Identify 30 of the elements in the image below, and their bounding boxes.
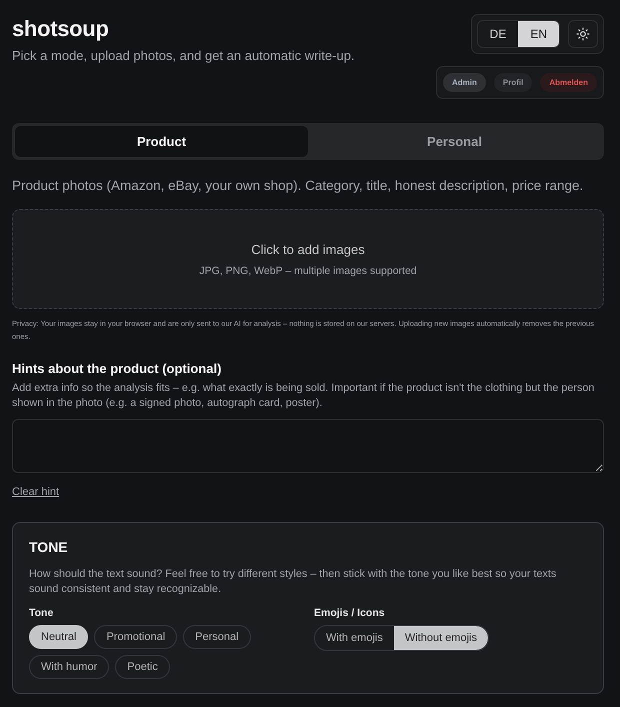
tone-option[interactable]: Poetic <box>115 655 170 679</box>
upload-dropzone[interactable]: Click to add images JPG, PNG, WebP – multiple images supported <box>12 209 604 309</box>
tone-option[interactable]: Promotional <box>94 625 178 649</box>
tone-option[interactable]: Personal <box>183 625 251 649</box>
account-button[interactable]: Profil <box>494 73 532 92</box>
tone-description: How should the text sound? Feel free to try different styles – then stick with the tone you like best so your texts sound consistent and stay recognizable. <box>29 567 558 597</box>
account-button[interactable]: Abmelden <box>540 73 597 92</box>
app-subtitle: Pick a mode, upload photos, and get an automatic write-up. <box>12 48 355 63</box>
tone-option[interactable]: With humor <box>29 655 110 679</box>
language-button[interactable]: EN <box>518 21 559 47</box>
mode-tab[interactable]: Personal <box>308 126 601 157</box>
hints-description: Add extra info so the analysis fits – e.g. what exactly is being sold. Important if the product isn't the clothing but the person shown in the photo (e.g. a signed photo, autograph card, poster). <box>12 381 596 411</box>
tone-option[interactable]: Neutral <box>29 625 88 649</box>
emoji-option[interactable]: With emojis <box>315 626 394 650</box>
sun-icon <box>576 27 590 41</box>
theme-toggle-button[interactable] <box>568 20 598 48</box>
upload-hint: JPG, PNG, WebP – multiple images supported <box>199 264 417 276</box>
mode-tab[interactable]: Product <box>15 126 308 157</box>
clear-hint-link[interactable]: Clear hint <box>12 486 60 498</box>
language-button[interactable]: DE <box>478 21 518 47</box>
app-title: shotsoup <box>12 16 110 42</box>
tone-label: Tone <box>29 607 54 619</box>
emoji-label: Emojis / Icons <box>314 607 386 619</box>
hints-heading: Hints about the product (optional) <box>12 361 222 376</box>
upload-title: Click to add images <box>251 242 365 256</box>
tone-heading: TONE <box>29 539 69 555</box>
hint-input-field[interactable] <box>12 419 604 473</box>
emoji-option[interactable]: Without emojis <box>394 626 488 650</box>
mode-description: Product photos (Amazon, eBay, your own shop). Category, title, honest description, price range. <box>12 178 584 193</box>
account-button[interactable]: Admin <box>442 73 486 92</box>
